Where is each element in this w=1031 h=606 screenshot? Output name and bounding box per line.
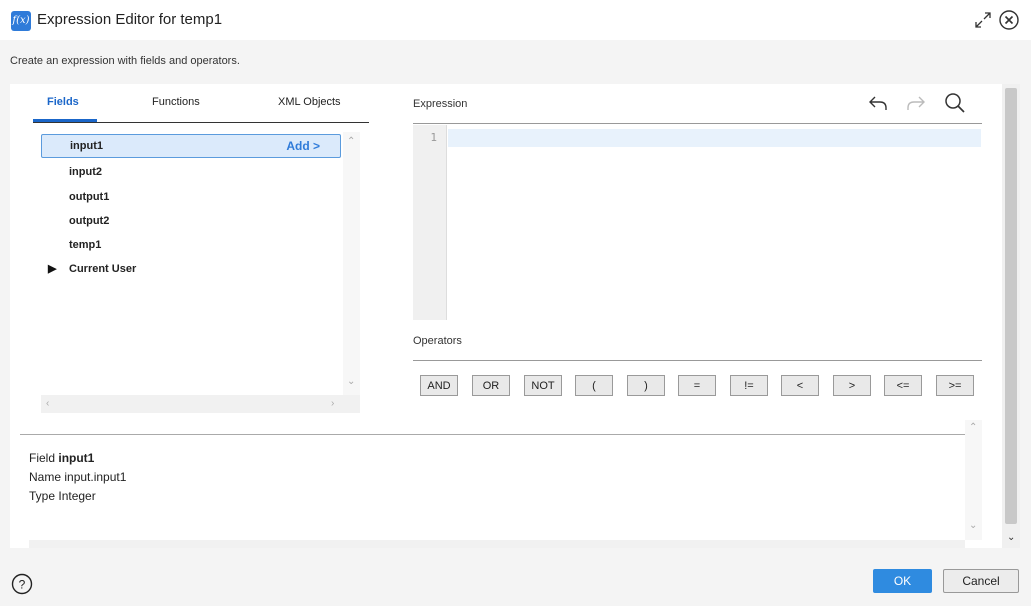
info-name-label: Name (29, 470, 62, 484)
info-field-value: input1 (58, 451, 95, 465)
field-item-temp1[interactable]: temp1 (41, 233, 341, 257)
search-icon[interactable] (944, 92, 966, 114)
line-number: 1 (430, 131, 437, 144)
redo-icon[interactable] (905, 92, 927, 114)
field-label: Current User (69, 263, 137, 275)
tab-xml-objects[interactable]: XML Objects (278, 96, 341, 108)
add-field-link[interactable]: Add > (286, 135, 320, 157)
line-number-gutter: 1 (413, 125, 447, 320)
help-icon[interactable]: ? (11, 573, 33, 595)
fields-vertical-scrollbar[interactable]: ⌃ ⌄ (343, 132, 360, 413)
field-item-output1[interactable]: output1 (41, 185, 341, 209)
tab-functions[interactable]: Functions (152, 96, 200, 108)
operator-less-than-button[interactable]: < (781, 375, 819, 396)
dialog-title: Expression Editor for temp1 (37, 11, 223, 28)
operator-not-equals-button[interactable]: != (730, 375, 768, 396)
active-tab-indicator (33, 119, 97, 122)
info-name-value: input.input1 (64, 470, 127, 484)
scroll-up-icon[interactable]: ⌃ (969, 422, 977, 433)
info-vertical-scrollbar[interactable]: ⌃ ⌄ (965, 420, 982, 540)
fields-horizontal-scrollbar[interactable]: ‹ › (41, 395, 360, 413)
source-tabs: Fields Functions XML Objects (33, 84, 369, 123)
field-info: Field input1 Name input.input1 Type Inte… (29, 449, 126, 506)
expression-editor[interactable]: 1 (413, 125, 982, 320)
dialog-subtitle: Create an expression with fields and ope… (10, 55, 240, 67)
operator-close-paren-button[interactable]: ) (627, 375, 665, 396)
title-bar: f(x) Expression Editor for temp1 (0, 0, 1031, 40)
operators-divider (413, 360, 982, 361)
info-type-label: Type (29, 489, 56, 503)
operator-less-equal-button[interactable]: <= (884, 375, 922, 396)
close-icon[interactable] (998, 9, 1020, 31)
scroll-right-icon[interactable]: › (331, 398, 334, 409)
field-label: input1 (70, 140, 103, 152)
cancel-button[interactable]: Cancel (943, 569, 1019, 593)
scroll-left-icon[interactable]: ‹ (46, 398, 49, 409)
operator-equals-button[interactable]: = (678, 375, 716, 396)
panel-vertical-scrollbar[interactable]: ⌄ (1002, 84, 1020, 548)
info-name-row: Name input.input1 (29, 468, 126, 487)
operator-or-button[interactable]: OR (472, 375, 510, 396)
scroll-down-icon[interactable]: ⌄ (1007, 532, 1015, 543)
field-label: input2 (69, 166, 102, 178)
ok-button[interactable]: OK (873, 569, 932, 593)
info-horizontal-scrollbar[interactable] (29, 540, 965, 548)
svg-text:?: ? (19, 578, 26, 592)
info-type-value: Integer (58, 489, 96, 503)
field-item-input1[interactable]: input1 Add > (41, 134, 341, 158)
scroll-down-icon[interactable]: ⌄ (969, 520, 977, 531)
editor-panel: Fields Functions XML Objects input1 Add … (10, 84, 1020, 548)
field-item-current-user[interactable]: ▶ Current User (41, 257, 341, 281)
tab-fields[interactable]: Fields (47, 96, 79, 108)
operator-greater-equal-button[interactable]: >= (936, 375, 974, 396)
field-label: output1 (69, 191, 110, 203)
field-label: temp1 (69, 239, 102, 251)
info-divider (20, 434, 965, 435)
operator-and-button[interactable]: AND (420, 375, 458, 396)
operator-not-button[interactable]: NOT (524, 375, 562, 396)
function-icon: f(x) (11, 11, 31, 31)
scrollbar-thumb[interactable] (1005, 88, 1017, 524)
scroll-up-icon[interactable]: ⌃ (347, 136, 355, 147)
expand-arrow-icon[interactable]: ▶ (48, 257, 56, 281)
expand-icon[interactable] (973, 10, 993, 30)
operator-open-paren-button[interactable]: ( (575, 375, 613, 396)
operator-greater-than-button[interactable]: > (833, 375, 871, 396)
fields-list: input1 Add > input2 output1 output2 temp… (41, 132, 360, 413)
scroll-down-icon[interactable]: ⌄ (347, 376, 355, 387)
active-line[interactable] (448, 129, 981, 147)
expression-divider (413, 123, 982, 124)
expression-label: Expression (413, 98, 468, 110)
operators-label: Operators (413, 335, 462, 347)
info-field-label: Field (29, 451, 56, 465)
field-item-input2[interactable]: input2 (41, 160, 341, 184)
field-item-output2[interactable]: output2 (41, 209, 341, 233)
undo-icon[interactable] (867, 92, 889, 114)
info-field-row: Field input1 (29, 449, 126, 468)
field-label: output2 (69, 215, 110, 227)
info-type-row: Type Integer (29, 487, 126, 506)
